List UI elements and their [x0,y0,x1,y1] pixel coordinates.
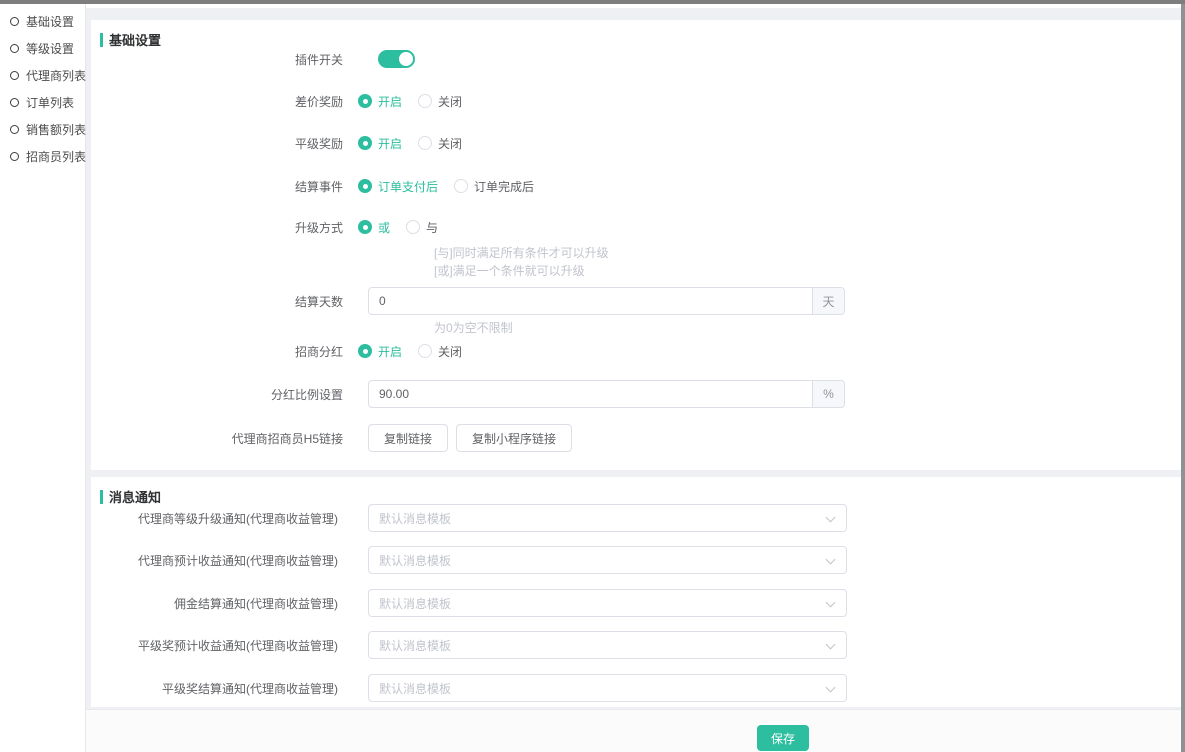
toggle-knob-icon [399,52,413,66]
chevron-down-icon [826,598,836,608]
notify-row-peer-settle: 平级奖结算通知(代理商收益管理) 默认消息模板 [91,674,1181,702]
sidebar-item-basic-settings[interactable]: 基础设置 [0,8,85,35]
plugin-switch-row: 插件开关 [91,45,1181,73]
peer-reward-row: 平级奖励 开启 关闭 [91,129,1181,157]
radio-unchecked-icon [454,179,468,193]
radio-unchecked-icon [406,220,420,234]
notify-row-peer-expected-income: 平级奖预计收益通知(代理商收益管理) 默认消息模板 [91,631,1181,659]
sidebar-item-label: 销售额列表 [26,121,86,138]
field-label: 佣金结算通知(代理商收益管理) [91,595,338,612]
template-select[interactable]: 默认消息模板 [368,589,847,617]
settle-days-help: 为0为空不限制 [434,319,513,337]
window-right-edge [1181,0,1185,752]
radio-checked-icon [358,179,372,193]
field-label: 招商分红 [91,343,343,360]
radio-option-on[interactable]: 开启 [358,135,402,152]
settle-days-input-wrap: 天 [368,287,845,315]
sidebar-item-order-list[interactable]: 订单列表 [0,89,85,116]
chevron-down-icon [826,683,836,693]
sidebar-item-label: 招商员列表 [26,148,86,165]
radio-option-on[interactable]: 开启 [358,93,402,110]
unit-suffix: 天 [812,288,844,314]
unit-suffix: % [812,381,844,407]
field-label: 平级奖结算通知(代理商收益管理) [91,680,338,697]
chevron-down-icon [826,640,836,650]
dividend-ratio-row: 分红比例设置 % [91,380,1181,408]
circle-icon [10,152,19,161]
field-label: 插件开关 [91,51,343,68]
radio-option-after-complete[interactable]: 订单完成后 [454,178,534,195]
main-content: 基础设置 插件开关 差价奖励 开启 关闭 [86,4,1181,752]
field-label: 代理商等级升级通知(代理商收益管理) [91,510,338,527]
sidebar-item-sales-list[interactable]: 销售额列表 [0,116,85,143]
message-notify-card: 消息通知 代理商等级升级通知(代理商收益管理) 默认消息模板 代理商预计收益通知… [91,477,1181,707]
sidebar-item-label: 等级设置 [26,40,74,57]
radio-option-after-payment[interactable]: 订单支付后 [358,178,438,195]
circle-icon [10,125,19,134]
upgrade-mode-help-or: [或]满足一个条件就可以升级 [434,262,585,280]
field-label: 平级奖励 [91,135,343,152]
upgrade-mode-help-and: [与]同时满足所有条件才可以升级 [434,244,609,262]
radio-option-off[interactable]: 关闭 [418,135,462,152]
template-select[interactable]: 默认消息模板 [368,674,847,702]
settle-days-row: 结算天数 天 [91,287,1181,315]
circle-icon [10,44,19,53]
radio-option-off[interactable]: 关闭 [418,343,462,360]
template-select[interactable]: 默认消息模板 [368,631,847,659]
copy-link-button[interactable]: 复制链接 [368,424,448,452]
sidebar-item-agent-list[interactable]: 代理商列表 [0,62,85,89]
notify-row-commission-settle: 佣金结算通知(代理商收益管理) 默认消息模板 [91,589,1181,617]
settings-sidebar: 基础设置 等级设置 代理商列表 订单列表 销售额列表 招商员列表 [0,4,86,752]
save-button[interactable]: 保存 [757,725,809,751]
notify-row-level-upgrade: 代理商等级升级通知(代理商收益管理) 默认消息模板 [91,504,1181,532]
chevron-down-icon [826,513,836,523]
template-select[interactable]: 默认消息模板 [368,546,847,574]
radio-checked-icon [358,344,372,358]
field-label: 差价奖励 [91,93,343,110]
radio-checked-icon [358,220,372,234]
recruit-dividend-row: 招商分红 开启 关闭 [91,337,1181,365]
sidebar-item-label: 订单列表 [26,94,74,111]
settle-event-row: 结算事件 订单支付后 订单完成后 [91,172,1181,200]
sidebar-item-label: 代理商列表 [26,67,86,84]
field-label: 结算天数 [91,293,343,310]
template-select[interactable]: 默认消息模板 [368,504,847,532]
notify-row-expected-income: 代理商预计收益通知(代理商收益管理) 默认消息模板 [91,546,1181,574]
radio-unchecked-icon [418,94,432,108]
radio-option-on[interactable]: 开启 [358,343,402,360]
circle-icon [10,71,19,80]
price-diff-reward-row: 差价奖励 开启 关闭 [91,87,1181,115]
radio-unchecked-icon [418,136,432,150]
dividend-ratio-input-wrap: % [368,380,845,408]
copy-miniprogram-link-button[interactable]: 复制小程序链接 [456,424,572,452]
section-accent-bar [100,490,103,504]
field-label: 代理商招商员H5链接 [91,430,343,447]
field-label: 分红比例设置 [91,386,343,403]
sidebar-item-level-settings[interactable]: 等级设置 [0,35,85,62]
field-label: 升级方式 [91,219,343,236]
radio-unchecked-icon [418,344,432,358]
dividend-ratio-input[interactable] [369,381,812,407]
sidebar-item-recruiter-list[interactable]: 招商员列表 [0,143,85,170]
circle-icon [10,17,19,26]
window-top-bar [0,0,1185,4]
main-top-strip [86,4,1181,8]
footer-bar: 保存 [86,709,1181,752]
radio-option-or[interactable]: 或 [358,219,390,236]
field-label: 平级奖预计收益通知(代理商收益管理) [91,637,338,654]
field-label: 结算事件 [91,178,343,195]
sidebar-item-label: 基础设置 [26,13,74,30]
field-label: 代理商预计收益通知(代理商收益管理) [91,552,338,569]
upgrade-mode-row: 升级方式 或 与 [91,213,1181,241]
plugin-switch-toggle[interactable] [378,50,415,68]
settle-days-input[interactable] [369,288,812,314]
radio-option-off[interactable]: 关闭 [418,93,462,110]
radio-checked-icon [358,136,372,150]
h5-link-row: 代理商招商员H5链接 复制链接 复制小程序链接 [91,424,1181,452]
radio-checked-icon [358,94,372,108]
chevron-down-icon [826,555,836,565]
radio-option-and[interactable]: 与 [406,219,438,236]
basic-settings-card: 基础设置 插件开关 差价奖励 开启 关闭 [91,20,1181,470]
circle-icon [10,98,19,107]
